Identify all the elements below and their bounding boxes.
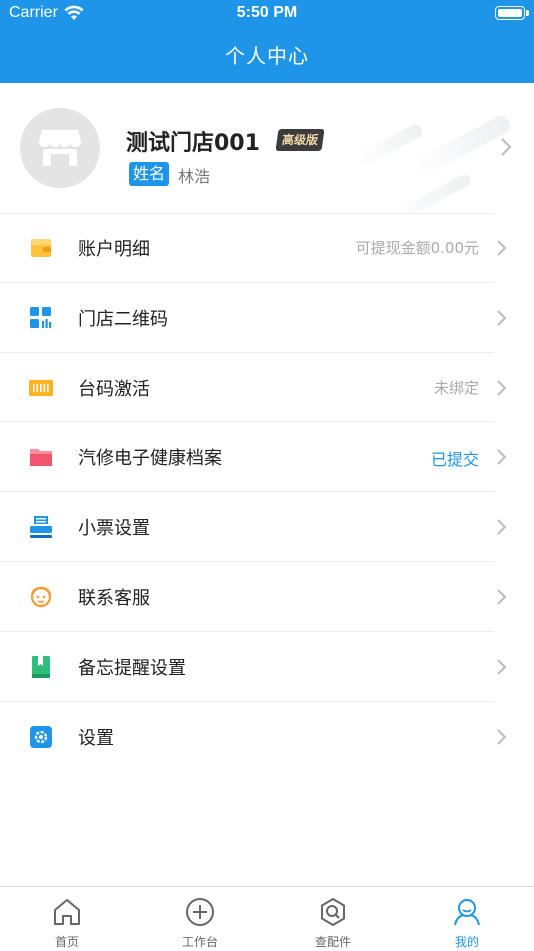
customer-service-icon — [30, 586, 52, 608]
menu-item-receipt-settings[interactable]: 小票设置 — [0, 492, 534, 562]
menu-item-settings[interactable]: 设置 — [0, 702, 534, 772]
user-icon — [454, 899, 480, 926]
chevron-right-icon — [497, 449, 507, 466]
tab-label: 查配件 — [314, 935, 351, 949]
menu-item-table-code-activation[interactable]: 台码激活 未绑定 — [0, 353, 534, 423]
plus-circle-icon — [186, 898, 214, 926]
chevron-right-icon — [497, 659, 507, 675]
settings-gear-icon — [30, 725, 52, 748]
home-icon — [54, 899, 80, 925]
decorative-stripe — [407, 113, 513, 181]
memo-book-icon — [32, 655, 50, 678]
menu-item-health-record[interactable]: 汽修电子健康档案 已提交 — [0, 422, 534, 493]
withdrawable-amount: 可提现金额0.00元 — [355, 239, 479, 257]
menu-item-contact-support[interactable]: 联系客服 — [0, 562, 534, 632]
barcode-icon — [29, 379, 53, 396]
chevron-right-icon — [497, 240, 507, 256]
menu-item-account-details[interactable]: 账户明细 可提现金额0.00元 — [0, 213, 534, 283]
storefront-icon — [39, 130, 81, 166]
menu-item-store-qrcode[interactable]: 门店二维码 — [0, 283, 534, 353]
folder-icon — [30, 449, 52, 467]
person-name: 林浩 — [178, 167, 211, 186]
store-name: 测试门店001 — [126, 131, 260, 156]
binding-status: 未绑定 — [433, 378, 479, 397]
menu-item-label: 联系客服 — [78, 587, 150, 609]
status-bar: Carrier 5:50 PM — [0, 0, 534, 28]
printer-icon — [30, 516, 52, 539]
tab-home[interactable]: 首页 — [0, 887, 134, 951]
chevron-right-icon — [497, 310, 507, 326]
tab-workbench[interactable]: 工作台 — [133, 887, 267, 951]
submission-status: 已提交 — [430, 450, 479, 470]
tab-label: 工作台 — [181, 935, 218, 949]
menu-item-label: 设置 — [78, 727, 114, 749]
page-title: 个人中心 — [225, 44, 309, 68]
app-header: Carrier 5:50 PM 个人中心 — [0, 0, 534, 83]
menu-item-label: 账户明细 — [78, 239, 150, 260]
status-time: 5:50 PM — [236, 4, 298, 21]
chevron-right-icon — [497, 728, 507, 745]
name-tag: 姓名 — [129, 162, 170, 186]
tab-label: 首页 — [54, 935, 79, 949]
menu-item-label: 备忘提醒设置 — [78, 657, 186, 679]
tab-mine[interactable]: 我的 — [400, 887, 534, 951]
search-parts-icon — [321, 898, 345, 926]
decorative-stripe — [387, 172, 473, 213]
menu-item-label: 门店二维码 — [78, 308, 168, 330]
profile-card[interactable]: 测试门店001 高级版 姓名 林浩 — [0, 83, 534, 213]
chevron-right-icon — [497, 519, 507, 535]
bottom-tab-bar: 首页 工作台 查配件 我的 — [0, 886, 534, 950]
chevron-right-icon — [501, 138, 512, 156]
menu-item-label: 小票设置 — [78, 518, 150, 540]
battery-icon — [495, 6, 529, 20]
wallet-icon — [31, 239, 51, 257]
menu-item-label: 台码激活 — [78, 378, 150, 400]
qrcode-icon — [30, 306, 52, 328]
tab-label: 我的 — [454, 935, 479, 949]
level-badge: 高级版 — [275, 129, 325, 151]
tab-search-parts[interactable]: 查配件 — [266, 887, 400, 951]
store-avatar — [20, 108, 100, 188]
chevron-right-icon — [497, 589, 507, 605]
menu-list: 账户明细 可提现金额0.00元 门店二维码 台码激活 未绑定 汽修电子健康档案 … — [0, 213, 534, 771]
chevron-right-icon — [497, 379, 507, 396]
menu-item-memo-reminder[interactable]: 备忘提醒设置 — [0, 632, 534, 702]
menu-item-label: 汽修电子健康档案 — [78, 448, 222, 470]
divider — [0, 213, 494, 214]
